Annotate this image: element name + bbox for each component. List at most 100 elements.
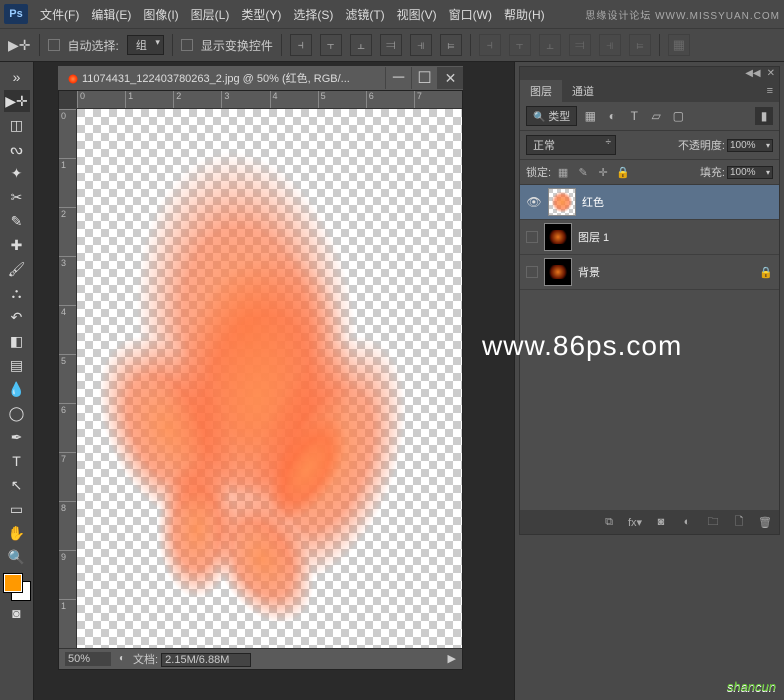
align-right-icon[interactable]: ⫢ <box>440 34 462 56</box>
marquee-tool[interactable]: ◫ <box>4 114 30 136</box>
path-select-tool[interactable]: ↖ <box>4 474 30 496</box>
menu-filter[interactable]: 滤镜(T) <box>339 6 390 23</box>
layer-name[interactable]: 背景 <box>578 264 753 280</box>
autoselect-dropdown[interactable]: 组 <box>127 35 164 55</box>
stamp-tool[interactable]: ⛬ <box>4 282 30 304</box>
layer-name[interactable]: 图层 1 <box>578 229 773 245</box>
layer-row[interactable]: 图层 1 <box>520 220 779 255</box>
layer-thumb[interactable] <box>544 258 572 286</box>
gradient-tool[interactable]: ▤ <box>4 354 30 376</box>
dist-left-icon[interactable]: ⫤ <box>569 34 591 56</box>
filter-shape-icon[interactable]: ▱ <box>647 107 665 125</box>
shape-tool[interactable]: ▭ <box>4 498 30 520</box>
document-title[interactable]: 11074431_122403780263_2.jpg @ 50% (红色, R… <box>58 70 385 86</box>
move-tool[interactable]: ▶✛ <box>4 90 30 112</box>
type-tool[interactable]: T <box>4 450 30 472</box>
app-logo[interactable]: Ps <box>4 4 28 24</box>
dist-vcenter-icon[interactable]: ⫟ <box>509 34 531 56</box>
group-icon[interactable]: 🗀 <box>705 513 721 532</box>
menu-help[interactable]: 帮助(H) <box>498 6 551 23</box>
menu-layer[interactable]: 图层(L) <box>185 6 236 23</box>
docinfo-value[interactable] <box>161 653 251 667</box>
ruler-vertical[interactable]: 01234567891 <box>59 109 77 648</box>
filter-pixel-icon[interactable]: ▦ <box>581 107 599 125</box>
preview-icon[interactable]: ◐ <box>119 653 125 664</box>
filter-kind-dropdown[interactable]: 类型 <box>526 106 577 126</box>
panel-collapse-icon[interactable]: ◀◀ <box>745 68 760 79</box>
fill-value[interactable]: 100% <box>727 166 773 179</box>
lock-all-icon[interactable]: 🔒 <box>615 166 631 179</box>
autoselect-checkbox[interactable] <box>48 39 60 51</box>
align-vcenter-icon[interactable]: ⫟ <box>320 34 342 56</box>
menu-type[interactable]: 类型(Y) <box>235 6 287 23</box>
menu-view[interactable]: 视图(V) <box>391 6 443 23</box>
heal-tool[interactable]: ✚ <box>4 234 30 256</box>
zoom-level[interactable]: 50% <box>65 652 111 666</box>
filter-adjust-icon[interactable]: ◐ <box>603 107 621 125</box>
lock-position-icon[interactable]: ✛ <box>595 166 611 179</box>
crop-tool[interactable]: ✂ <box>4 186 30 208</box>
menu-select[interactable]: 选择(S) <box>287 6 339 23</box>
dist-right-icon[interactable]: ⫢ <box>629 34 651 56</box>
close-button[interactable]: ✕ <box>437 67 463 89</box>
layer-row[interactable]: 背景 🔒 <box>520 255 779 290</box>
layer-thumb[interactable] <box>544 223 572 251</box>
menu-edit[interactable]: 编辑(E) <box>85 6 137 23</box>
delete-layer-icon[interactable]: 🗑 <box>757 516 773 529</box>
link-layers-icon[interactable]: ⧉ <box>601 516 617 529</box>
visibility-toggle[interactable] <box>526 266 538 278</box>
lock-brush-icon[interactable]: ✎ <box>575 166 591 179</box>
opacity-value[interactable]: 100% <box>727 139 773 152</box>
lock-pixels-icon[interactable]: ▦ <box>555 166 571 179</box>
panel-close-icon[interactable]: ✕ <box>767 68 775 79</box>
blur-tool[interactable]: 💧 <box>4 378 30 400</box>
align-bottom-icon[interactable]: ⫠ <box>350 34 372 56</box>
eraser-tool[interactable]: ◧ <box>4 330 30 352</box>
dist-bottom-icon[interactable]: ⫠ <box>539 34 561 56</box>
maximize-button[interactable]: ☐ <box>411 67 437 89</box>
filter-smart-icon[interactable]: ▢ <box>669 107 687 125</box>
status-arrow-icon[interactable]: ▶ <box>448 652 456 665</box>
tab-channels[interactable]: 通道 <box>562 80 604 102</box>
showcontrols-checkbox[interactable] <box>181 39 193 51</box>
align-top-icon[interactable]: ⫞ <box>290 34 312 56</box>
zoom-tool[interactable]: 🔍 <box>4 546 30 568</box>
ruler-horizontal[interactable]: 01234567 <box>77 91 462 109</box>
minimize-button[interactable]: ─ <box>385 67 411 89</box>
layer-row[interactable]: 👁 红色 <box>520 185 779 220</box>
dist-top-icon[interactable]: ⫞ <box>479 34 501 56</box>
blend-mode-dropdown[interactable]: 正常 <box>526 135 616 155</box>
autoalign-icon[interactable]: ▦ <box>668 34 690 56</box>
new-layer-icon[interactable]: 🗋 <box>731 513 747 532</box>
canvas[interactable] <box>77 109 462 648</box>
align-hcenter-icon[interactable]: ⫣ <box>410 34 432 56</box>
history-brush-tool[interactable]: ↶ <box>4 306 30 328</box>
adjustment-layer-icon[interactable]: ◐ <box>679 516 695 528</box>
lasso-tool[interactable]: ᔓ <box>4 138 30 160</box>
quickmask-tool[interactable]: ◙ <box>4 602 30 624</box>
wand-tool[interactable]: ✦ <box>4 162 30 184</box>
foreground-color[interactable] <box>4 574 22 592</box>
filter-toggle-icon[interactable]: ▮ <box>755 107 773 125</box>
dist-hcenter-icon[interactable]: ⫣ <box>599 34 621 56</box>
dodge-tool[interactable]: ◯ <box>4 402 30 424</box>
visibility-toggle[interactable] <box>526 231 538 243</box>
align-left-icon[interactable]: ⫤ <box>380 34 402 56</box>
hand-tool[interactable]: ✋ <box>4 522 30 544</box>
filter-type-icon[interactable]: T <box>625 107 643 125</box>
layer-mask-icon[interactable]: ◙ <box>653 516 669 528</box>
layer-fx-icon[interactable]: fx▾ <box>627 516 643 529</box>
layer-thumb[interactable] <box>548 188 576 216</box>
menu-window[interactable]: 窗口(W) <box>443 6 498 23</box>
tab-layers[interactable]: 图层 <box>520 80 562 102</box>
visibility-toggle[interactable]: 👁 <box>526 194 542 210</box>
panel-menu-icon[interactable]: ≡ <box>761 85 779 97</box>
menu-image[interactable]: 图像(I) <box>137 6 184 23</box>
color-swatch[interactable] <box>4 574 30 600</box>
pen-tool[interactable]: ✒ <box>4 426 30 448</box>
eyedropper-tool[interactable]: ✎ <box>4 210 30 232</box>
menu-file[interactable]: 文件(F) <box>34 6 85 23</box>
brush-tool[interactable]: 🖌 <box>4 258 30 280</box>
layer-name[interactable]: 红色 <box>582 194 773 210</box>
expand-toolbox-icon[interactable]: » <box>4 66 30 88</box>
